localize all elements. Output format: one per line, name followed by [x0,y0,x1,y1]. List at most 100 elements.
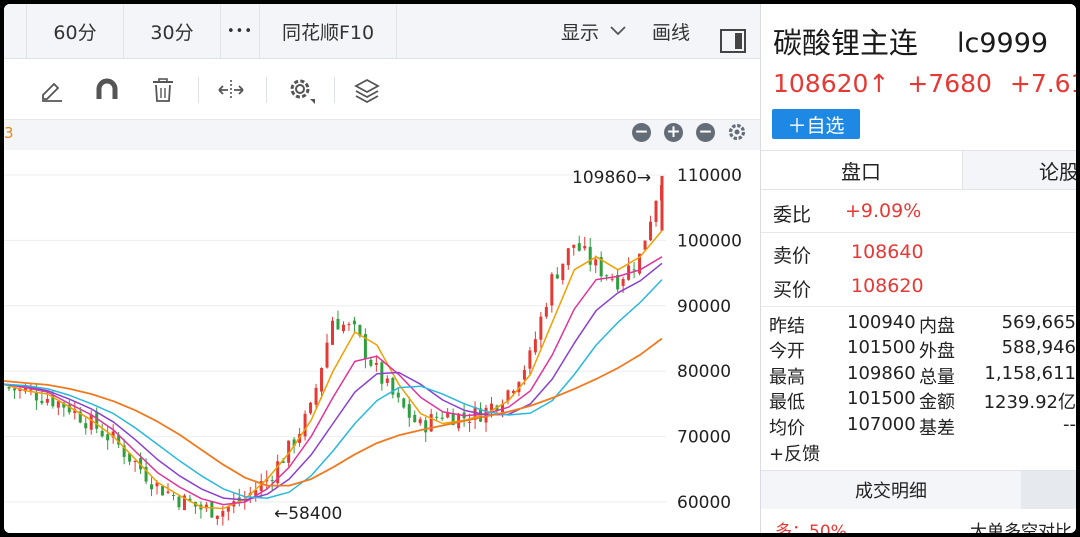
candle-body [347,324,351,326]
candle-body [561,263,565,281]
period-toolbar: 60分 30分 ••• 同花顺F10 显示 画线 [4,4,760,59]
chart-canvas: 110000 100000 90000 80000 70000 60000 109860→… [4,166,742,526]
candle-body [95,411,99,429]
candle-body [407,404,411,418]
magnet-icon[interactable] [90,73,124,107]
candle-body [320,367,324,392]
stat-value: 1239.92亿 [983,392,1076,413]
candle-body [424,420,428,433]
divider [266,77,267,103]
gear-icon[interactable] [284,73,318,107]
candle-body [413,414,417,423]
y-tick-label: 70000 [677,428,731,448]
candle-body [215,515,219,520]
period-tab-partial[interactable] [4,4,27,58]
candle-body [402,398,406,408]
stat-label: 金额 [919,392,955,413]
pencil-icon[interactable] [34,73,68,107]
candle-body [177,496,181,508]
kline-chart[interactable]: 110000 100000 90000 80000 70000 60000 109860→… [4,150,760,533]
add-watchlist-button[interactable]: ＋自选 [772,109,860,139]
candle-body [150,484,154,490]
candle-body [643,240,647,250]
candle-body [468,421,472,423]
candle-body [550,274,554,306]
candle-body [309,402,313,414]
trash-icon[interactable] [146,73,180,107]
sell-price-label: 卖价 [773,245,812,267]
stat-label: 最低 [769,392,805,413]
minimize-icon[interactable]: − [632,123,651,142]
draw-line-label: 画线 [652,21,691,44]
bigorder-compare-label: 大单多空对比 [970,522,1072,533]
panel-toggle-icon[interactable] [720,29,746,53]
y-tick-label: 110000 [677,166,742,186]
candle-body [418,419,422,424]
feedback-link[interactable]: +反馈 [769,440,820,466]
tab-discussion[interactable]: 论股 [962,151,1076,189]
candle-body [588,246,592,265]
draw-line-button[interactable]: 画线 [652,4,690,58]
f10-label: 同花顺F10 [281,21,375,44]
divider [334,77,335,103]
candle-body [45,398,49,403]
tab-orderbook[interactable]: 盘口 [761,151,961,189]
candle-body [210,501,214,518]
divider [761,306,1076,307]
candle-body [89,414,93,430]
y-tick-label: 60000 [677,493,731,513]
app-window: 60分 30分 ••• 同花顺F10 显示 画线 3 − + − 110000 … [4,4,1076,533]
stat-value: 569,665 [1001,312,1076,333]
candle-body [539,316,543,340]
buy-price-label: 买价 [773,279,812,301]
candle-body [341,324,345,332]
stat-label: 总量 [919,367,955,388]
candle-body [544,306,548,317]
stat-label: 均价 [769,418,805,439]
chart-panel: 60分 30分 ••• 同花顺F10 显示 画线 3 − + − 110000 … [4,4,761,533]
more-icon: ••• [226,23,253,39]
y-tick-label: 80000 [677,362,731,382]
period-tab-30min[interactable]: 30分 [124,4,221,58]
layers-icon[interactable] [350,73,384,107]
candle-body [522,369,526,380]
candle-body [610,278,614,280]
measure-icon[interactable] [214,73,248,107]
long-ratio: 多：50% [775,522,847,533]
candle-body [649,221,653,241]
trade-detail-bar[interactable]: 成交明细 [761,470,1076,509]
price-change: +7680 [907,69,992,98]
display-menu[interactable]: 显示 [561,4,627,58]
f10-button[interactable]: 同花顺F10 [260,4,397,58]
drawing-toolbar [4,59,760,120]
candle-body [221,511,225,517]
stat-value: 107000 [847,414,916,435]
candle-body [7,387,11,389]
candle-body [34,392,38,401]
candle-body [660,175,664,231]
candle-body [100,430,104,437]
chart-settings-icon[interactable] [726,121,748,143]
stat-value: -- [1063,414,1076,435]
y-tick-label: 100000 [677,231,742,251]
contract-name: 碳酸锂主连 [773,26,919,60]
y-tick-label: 90000 [677,297,731,317]
candle-body [161,486,165,496]
ratio-value: +9.09% [845,200,922,222]
candle-body [369,359,373,366]
candle-body [40,400,44,404]
buy-price-value: 108620 [851,275,924,297]
candle-body [583,245,587,249]
more-periods-button[interactable]: ••• [221,4,260,58]
stat-value: 1,158,611 [984,363,1076,384]
zoom-out-icon[interactable]: − [696,123,715,142]
candle-body [435,416,439,418]
stat-value: 588,946 [1001,337,1076,358]
candle-body [56,401,60,408]
period-tab-60min[interactable]: 60分 [27,4,124,58]
stat-label: 今开 [769,341,805,362]
indicator-value-partial: 3 [4,124,14,142]
stat-label: 基差 [919,418,955,439]
zoom-in-icon[interactable]: + [664,123,683,142]
candle-body [572,244,576,248]
